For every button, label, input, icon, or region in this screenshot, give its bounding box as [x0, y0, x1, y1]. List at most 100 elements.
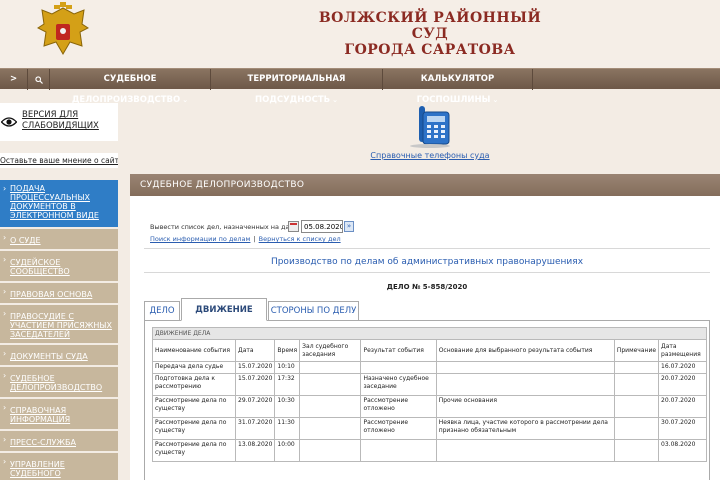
court-name-line1: ВОЛЖСКИЙ РАЙОННЫЙ СУД [318, 10, 542, 42]
nav-search-button[interactable] [28, 69, 50, 90]
table-cell: Передача дела судье [151, 361, 237, 374]
reference-phones-link[interactable]: Справочные телефоны суда [350, 151, 510, 160]
telephone-icon[interactable] [405, 104, 455, 148]
table-cell: 10:10 [274, 361, 301, 374]
nav-territorial-jurisdiction[interactable]: ТЕРРИТОРИАЛЬНАЯ ПОДСУДНОСТЬ ⌄ [211, 69, 383, 105]
column-header: Дата размещения [658, 339, 707, 362]
table-cell: 10:00 [274, 439, 301, 462]
table-cell: 15.07.2020 [235, 373, 276, 396]
page-title: СУДЕБНОЕ ДЕЛОПРОИЗВОДСТВО [130, 174, 720, 196]
table-cell [299, 395, 362, 418]
table-cell: 17:32 [274, 373, 301, 396]
table-cell [435, 373, 615, 396]
table-caption: ДВИЖЕНИЕ ДЕЛА [152, 327, 707, 340]
table-cell [613, 373, 660, 396]
sidebar-item-reference-info[interactable]: СПРАВОЧНАЯ ИНФОРМАЦИЯ [0, 399, 118, 431]
sidebar-item-about-court[interactable]: О СУДЕ [0, 229, 118, 251]
sidebar-item-court-documents[interactable]: ДОКУМЕНТЫ СУДА [0, 345, 118, 367]
divider [144, 272, 710, 273]
court-name: ВОЛЖСКИЙ РАЙОННЫЙ СУД ГОРОДА САРАТОВА [300, 10, 560, 58]
table-header-row: Наименование события Дата Время Зал суде… [151, 339, 707, 362]
sidebar-item-management[interactable]: УПРАВЛЕНИЕ СУДЕБНОГО [0, 453, 118, 480]
table-cell [360, 439, 437, 462]
main-navigation: > СУДЕБНОЕ ДЕЛОПРОИЗВОДСТВО ⌄ ТЕРРИТОРИАЛ… [0, 68, 720, 105]
column-header: Время [274, 339, 301, 362]
column-header: Основание для выбранного результата собы… [435, 339, 615, 362]
table-cell [360, 361, 437, 374]
sidebar-item-legal-basis[interactable]: ПРАВОВАЯ ОСНОВА [0, 283, 118, 305]
sidebar-item-court-proceedings[interactable]: СУДЕБНОЕ ДЕЛОПРОИЗВОДСТВО [0, 367, 118, 399]
feedback-link[interactable]: Оставьте ваше мнение о сайте [0, 153, 118, 168]
back-to-list-link[interactable]: Вернуться к списку дел [259, 235, 341, 243]
case-number: ДЕЛО № 5-858/2020 [386, 283, 468, 291]
chevron-down-icon: ⌄ [332, 96, 338, 104]
sidebar-item-press-service[interactable]: ПРЕСС-СЛУЖБА [0, 431, 118, 453]
nav-fee-calculator[interactable]: КАЛЬКУЛЯТОР ГОСПОШЛИНЫ ⌄ [383, 69, 533, 105]
date-input[interactable] [301, 220, 343, 233]
table-cell: Рассмотрение дела по существу [151, 417, 237, 440]
sidebar-item-electronic-documents[interactable]: ПОДАЧА ПРОЦЕССУАЛЬНЫХ ДОКУМЕНТОВ В ЭЛЕКТ… [0, 180, 118, 229]
column-header: Результат события [360, 339, 437, 362]
court-name-line2: ГОРОДА САРАТОВА [344, 42, 516, 58]
chevron-down-icon: ⌄ [182, 96, 189, 104]
sidebar-item-judicial-community[interactable]: СУДЕЙСКОЕ СООБЩЕСТВО [0, 251, 118, 283]
column-header: Зал судебного заседания [299, 339, 362, 362]
table-cell: 11:30 [274, 417, 301, 440]
nav-court-proceedings[interactable]: СУДЕБНОЕ ДЕЛОПРОИЗВОДСТВО ⌄ [50, 69, 211, 105]
site-header: ВОЛЖСКИЙ РАЙОННЫЙ СУД ГОРОДА САРАТОВА [0, 0, 720, 68]
table-cell: Рассмотрение отложено [360, 395, 437, 418]
table-row: Рассмотрение дела по существу 29.07.2020… [151, 395, 707, 418]
table-cell [299, 417, 362, 440]
table-cell: 03.08.2020 [658, 439, 707, 462]
column-header: Наименование события [151, 339, 237, 362]
nav-arrow-button[interactable]: > [0, 69, 28, 90]
low-vision-label: ВЕРСИЯ ДЛЯ СЛАБОВИДЯЩИХ [22, 110, 99, 131]
table-cell: 29.07.2020 [235, 395, 276, 418]
table-cell: 10:30 [274, 395, 301, 418]
table-cell [613, 417, 660, 440]
table-cell [299, 361, 362, 374]
table-cell [435, 361, 615, 374]
divider [144, 248, 710, 249]
table-cell [435, 439, 615, 462]
table-cell [613, 361, 660, 374]
column-header: Дата [235, 339, 276, 362]
table-row: Передача дела судье 15.07.2020 10:10 16.… [151, 361, 707, 374]
show-cases-button[interactable]: » [344, 221, 354, 232]
table-cell: Подготовка дела к рассмотрению [151, 373, 237, 396]
table-cell: 30.07.2020 [658, 417, 707, 440]
tab-case[interactable]: ДЕЛО [144, 301, 180, 321]
table-row: Рассмотрение дела по существу 31.07.2020… [151, 417, 707, 440]
table-row: Подготовка дела к рассмотрению 15.07.202… [151, 373, 707, 396]
table-cell: 13.08.2020 [235, 439, 276, 462]
search-icon [34, 76, 43, 84]
case-search-link[interactable]: Поиск информации по делам [150, 235, 250, 243]
date-prompt-label: Вывести список дел, назначенных на дату [150, 223, 298, 231]
table-cell: 20.07.2020 [658, 373, 707, 396]
table-cell: Рассмотрение дела по существу [151, 439, 237, 462]
table-cell: 16.07.2020 [658, 361, 707, 374]
case-links: Поиск информации по делам | Вернуться к сп… [150, 235, 341, 243]
table-cell: Прочие основания [435, 395, 615, 418]
tab-parties[interactable]: СТОРОНЫ ПО ДЕЛУ [268, 301, 359, 321]
chevron-down-icon: ⌄ [492, 96, 499, 104]
table-cell: 20.07.2020 [658, 395, 707, 418]
column-header: Примечание [613, 339, 660, 362]
low-vision-version-button[interactable]: ВЕРСИЯ ДЛЯ СЛАБОВИДЯЩИХ [0, 103, 118, 141]
table-cell [299, 439, 362, 462]
table-cell: Рассмотрение отложено [360, 417, 437, 440]
sidebar-item-jury-trials[interactable]: ПРАВОСУДИЕ С УЧАСТИЕМ ПРИСЯЖНЫХ ЗАСЕДАТЕ… [0, 305, 118, 345]
tab-case-movement[interactable]: ДВИЖЕНИЕ ДЕЛА [181, 298, 267, 337]
link-separator: | [253, 235, 256, 243]
table-cell [613, 439, 660, 462]
table-cell [299, 373, 362, 396]
calendar-icon[interactable] [288, 221, 299, 232]
table-cell: 31.07.2020 [235, 417, 276, 440]
coat-of-arms-logo [37, 2, 89, 55]
table-cell [613, 395, 660, 418]
table-cell: Рассмотрение дела по существу [151, 395, 237, 418]
table-cell: Назначено судебное заседание [360, 373, 437, 396]
section-title: Производство по делам об административны… [270, 257, 584, 267]
eye-icon [1, 117, 17, 127]
case-events-table: ДВИЖЕНИЕ ДЕЛА Наименование события Дата … [151, 327, 707, 462]
